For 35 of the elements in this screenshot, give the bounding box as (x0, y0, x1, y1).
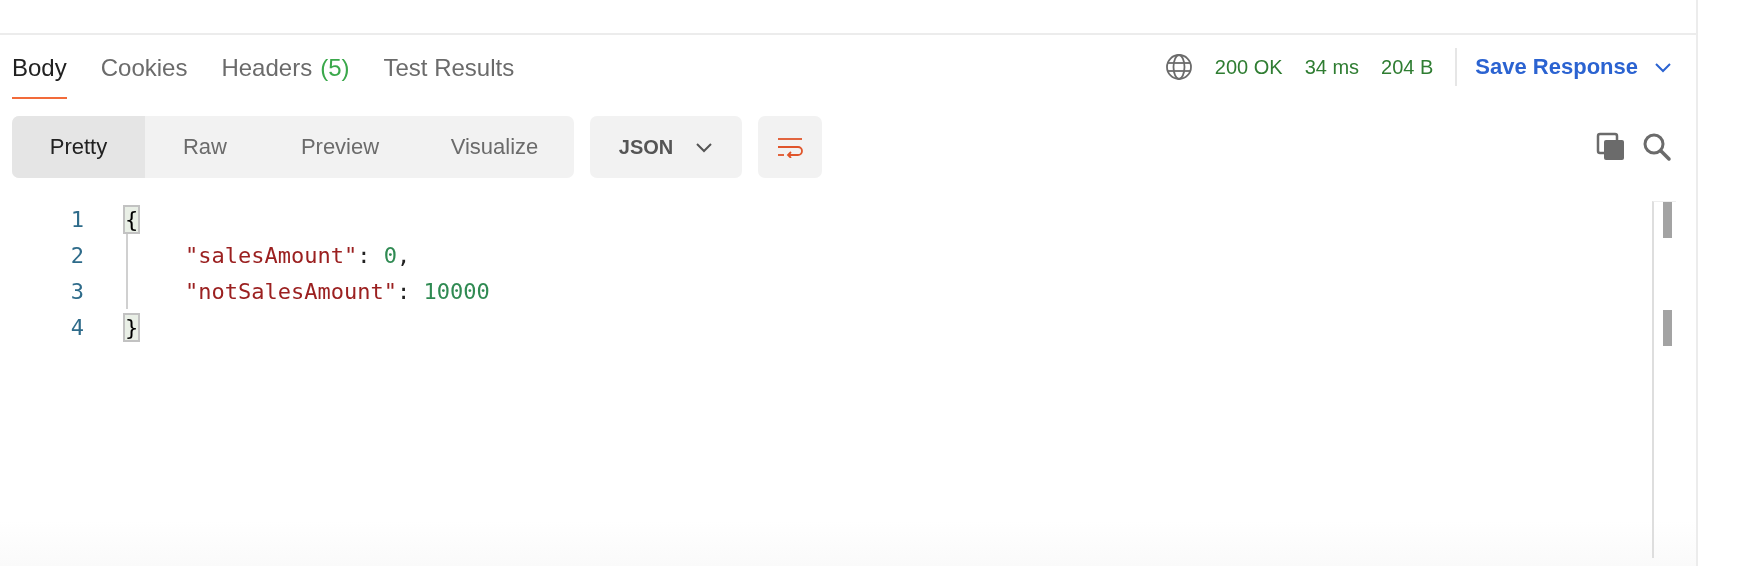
chevron-down-icon[interactable] (1654, 61, 1672, 73)
wrap-lines-button[interactable] (758, 116, 822, 178)
line-number: 4 (69, 314, 84, 340)
response-size[interactable]: 204 B (1381, 55, 1434, 79)
response-tab[interactable]: Body (12, 35, 67, 99)
json-punctuation: : (396, 278, 412, 304)
scrollbar-mark (1663, 202, 1672, 238)
response-time[interactable]: 34 ms (1304, 55, 1360, 79)
response-tab[interactable]: Headers (5) (221, 35, 350, 99)
wrap-lines-icon (776, 136, 804, 158)
line-number: 1 (69, 206, 84, 232)
scrollbar-mark (1663, 310, 1672, 346)
json-number: 10000 (423, 278, 490, 304)
save-response-button[interactable]: Save Response (1475, 54, 1638, 80)
view-mode-tab[interactable]: Raw (145, 116, 265, 178)
json-number: 0 (383, 242, 397, 268)
copy-icon[interactable] (1596, 132, 1626, 162)
view-mode-tab[interactable]: Visualize (415, 116, 574, 178)
line-number: 2 (69, 242, 84, 268)
caret-icon (695, 141, 714, 153)
json-punctuation: , (396, 242, 411, 268)
search-icon[interactable] (1642, 132, 1672, 162)
brace-token: } (125, 314, 139, 340)
json-key: "salesAmount" (185, 242, 358, 268)
line-number: 3 (69, 278, 84, 304)
json-key: "notSalesAmount" (185, 278, 397, 304)
view-mode-tab[interactable]: Pretty (12, 116, 145, 178)
brace-token: { (125, 206, 139, 232)
format-dropdown[interactable]: JSON (590, 116, 742, 178)
status-code[interactable]: 200 OK (1214, 55, 1283, 79)
globe-icon[interactable] (1164, 53, 1193, 81)
json-punctuation: : (357, 242, 372, 268)
response-tab[interactable]: Test Results (383, 35, 515, 99)
response-tab[interactable]: Cookies (100, 35, 188, 99)
view-mode-tab[interactable]: Preview (265, 116, 415, 178)
